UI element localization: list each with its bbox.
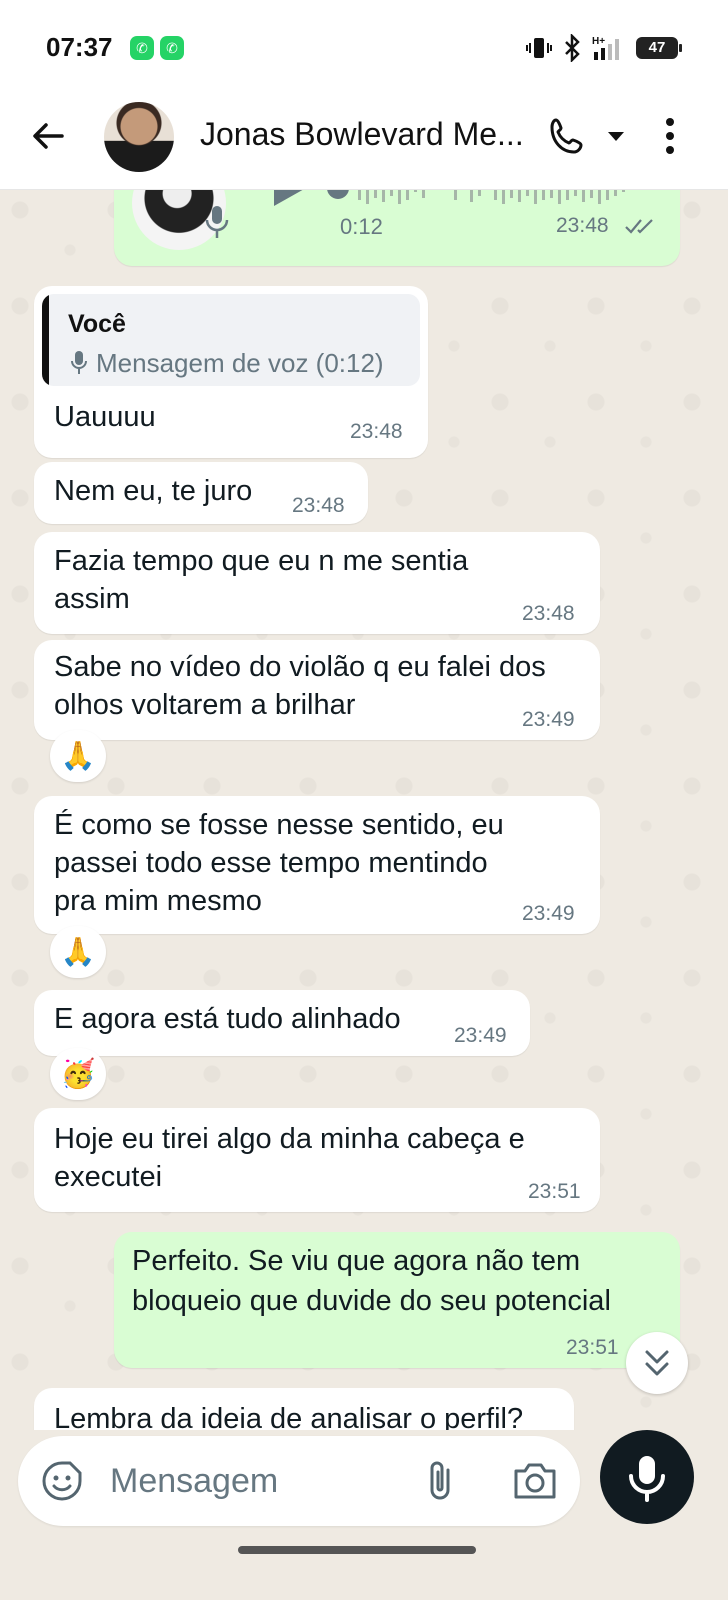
- double-chevron-down-icon: [645, 1350, 669, 1376]
- battery-icon: 47: [636, 37, 682, 59]
- play-icon[interactable]: [266, 190, 310, 210]
- message-time: 23:48: [292, 494, 345, 517]
- chat-area[interactable]: 0:12 23:48 Você Mensagem de voz (0:12) U…: [0, 190, 728, 1430]
- signal-icon: H+: [592, 36, 619, 60]
- incoming-message[interactable]: E agora está tudo alinhado 23:49: [34, 990, 530, 1056]
- incoming-message[interactable]: Hoje eu tirei algo da minha cabeça e exe…: [34, 1108, 600, 1212]
- record-voice-button[interactable]: [600, 1430, 694, 1524]
- message-time: 23:51: [566, 1336, 619, 1359]
- incoming-message[interactable]: É como se fosse nesse sentido, eu passei…: [34, 796, 600, 934]
- more-vert-icon[interactable]: [650, 114, 690, 158]
- whatsapp-icon: ✆: [130, 36, 154, 60]
- phone-icon[interactable]: [546, 114, 590, 158]
- avatar[interactable]: [104, 102, 174, 172]
- read-ticks-icon: [625, 219, 653, 234]
- message-input[interactable]: [110, 1454, 390, 1508]
- message-text-line: Perfeito. Se viu que agora não tem: [132, 1245, 581, 1277]
- message-text-line: Fazia tempo que eu n me sentia: [54, 545, 469, 577]
- voice-message-bubble[interactable]: 0:12 23:48: [114, 190, 680, 266]
- message-text-line: pra mim mesmo: [54, 885, 262, 917]
- contact-name[interactable]: Jonas Bowlevard Me...: [200, 116, 540, 153]
- message-time: 23:49: [522, 902, 575, 925]
- message-text-line: Sabe no vídeo do violão q eu falei dos: [54, 651, 546, 683]
- message-text-line: É como se fosse nesse sentido, eu: [54, 809, 504, 841]
- message-text-line: olhos voltarem a brilhar: [54, 689, 356, 721]
- home-indicator: [238, 1546, 476, 1554]
- message-text: Lembra da ideia de analisar o perfil?: [54, 1403, 524, 1430]
- mic-icon: [205, 206, 229, 238]
- status-time: 07:37: [46, 32, 113, 62]
- message-text-line: passei todo esse tempo mentindo: [54, 847, 488, 879]
- message-time: 23:48: [350, 420, 403, 443]
- incoming-message[interactable]: Nem eu, te juro 23:48: [34, 462, 368, 524]
- message-composer[interactable]: [18, 1436, 580, 1526]
- message-time: 23:51: [528, 1180, 581, 1203]
- incoming-message[interactable]: Sabe no vídeo do violão q eu falei dos o…: [34, 640, 600, 740]
- message-text: Nem eu, te juro: [54, 475, 253, 507]
- camera-icon[interactable]: [512, 1459, 558, 1503]
- message-time: 23:49: [454, 1024, 507, 1047]
- whatsapp-icon: ✆: [160, 36, 184, 60]
- back-arrow-icon[interactable]: [26, 114, 70, 158]
- message-text-line: bloqueio que duvide do seu potencial: [132, 1285, 611, 1317]
- message-text-line: assim: [54, 583, 130, 615]
- status-icons: H+ 47: [526, 34, 682, 62]
- status-bar: 07:37 ✆ ✆ H+ 47: [0, 0, 728, 96]
- waveform[interactable]: [324, 190, 654, 210]
- network-label: H+: [592, 36, 605, 47]
- quote-text: Mensagem de voz (0:12): [96, 348, 384, 378]
- message-text: Uauuuu: [54, 401, 156, 433]
- message-text-line: Hoje eu tirei algo da minha cabeça e: [54, 1123, 525, 1155]
- message-time: 23:48: [556, 214, 609, 237]
- reaction-badge[interactable]: 🙏: [50, 926, 106, 978]
- message-time: 23:48: [522, 602, 575, 625]
- quote-bar: [42, 294, 49, 386]
- caret-down-icon[interactable]: [604, 124, 628, 148]
- incoming-message[interactable]: Lembra da ideia de analisar o perfil?: [34, 1388, 574, 1430]
- incoming-message[interactable]: Você Mensagem de voz (0:12) Uauuuu 23:48: [34, 286, 428, 458]
- vibrate-icon: [526, 38, 552, 58]
- incoming-message[interactable]: Fazia tempo que eu n me sentia assim 23:…: [34, 532, 600, 634]
- bluetooth-icon: [565, 34, 580, 62]
- quote-author: Você: [68, 310, 126, 338]
- sticker-emoji-icon[interactable]: [40, 1459, 84, 1503]
- reaction-badge[interactable]: 🙏: [50, 730, 106, 782]
- voice-duration: 0:12: [340, 214, 383, 239]
- attach-paperclip-icon[interactable]: [420, 1458, 460, 1504]
- scroll-to-bottom-button[interactable]: [626, 1332, 688, 1394]
- message-time: 23:49: [522, 708, 575, 731]
- mic-icon: [629, 1456, 665, 1502]
- outgoing-message[interactable]: Perfeito. Se viu que agora não tem bloqu…: [114, 1232, 680, 1368]
- message-text-line: executei: [54, 1161, 163, 1193]
- reaction-badge[interactable]: 🥳: [50, 1048, 106, 1100]
- composer-bar: [0, 1430, 728, 1600]
- quoted-message[interactable]: Você Mensagem de voz (0:12): [42, 294, 420, 386]
- chat-header: Jonas Bowlevard Me...: [0, 96, 728, 190]
- message-text: E agora está tudo alinhado: [54, 1003, 401, 1035]
- mic-icon: [71, 351, 87, 374]
